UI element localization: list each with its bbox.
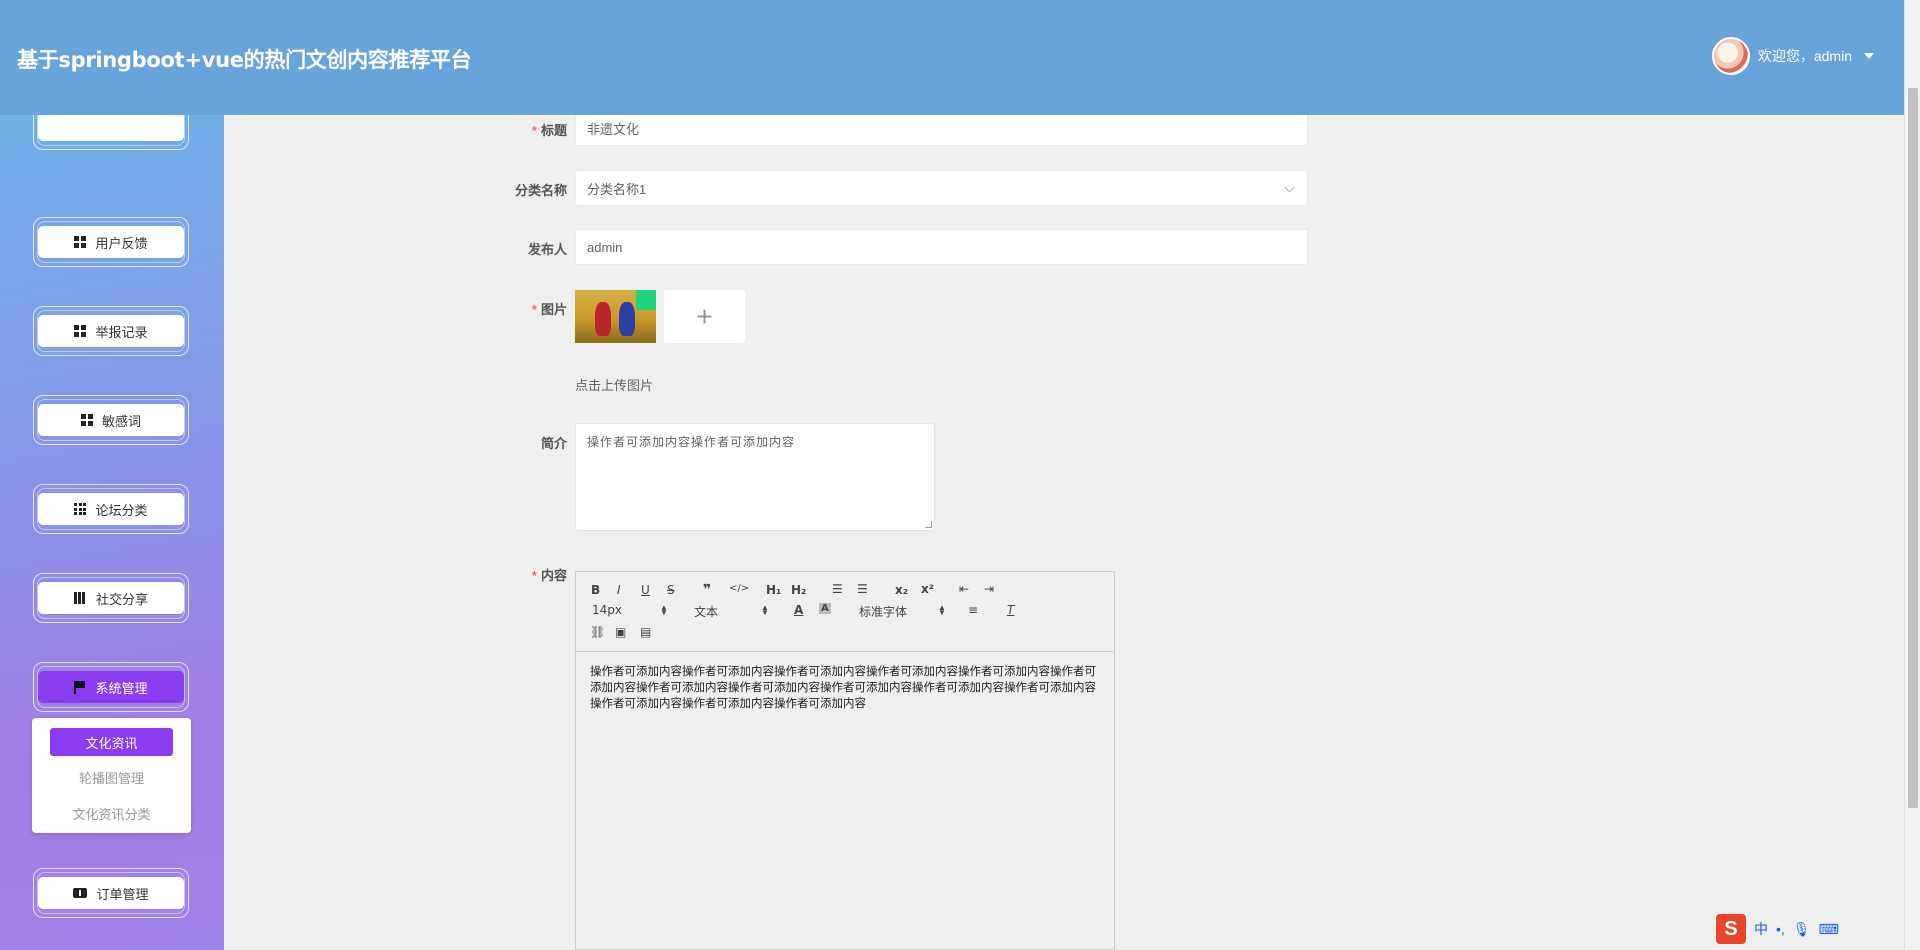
title-input[interactable]: 非遗文化 bbox=[575, 110, 1308, 146]
page-scrollbar[interactable] bbox=[1904, 0, 1920, 950]
italic-icon[interactable]: I bbox=[617, 583, 621, 597]
bold-icon[interactable]: B bbox=[591, 583, 600, 597]
grid-icon bbox=[74, 325, 87, 337]
greeting-text: 欢迎您，admin bbox=[1757, 48, 1852, 64]
sidebar-item-label: 用户反馈 bbox=[95, 235, 148, 251]
image-thumbnail[interactable] bbox=[575, 290, 656, 343]
grid9-icon bbox=[74, 503, 87, 515]
sidebar-item-partial[interactable] bbox=[33, 115, 189, 150]
scrollbar-thumb[interactable] bbox=[1908, 88, 1918, 808]
bullet-list-icon[interactable]: ☰ bbox=[857, 582, 868, 596]
subscript-icon[interactable]: x₂ bbox=[895, 583, 908, 597]
grid-icon bbox=[80, 414, 93, 426]
select-arrows-icon: ▲ ▼ bbox=[660, 603, 668, 617]
intro-label: 简介 bbox=[540, 436, 567, 451]
app-title: 基于springboot+vue的热门文创内容推荐平台 bbox=[17, 48, 472, 72]
editor-content[interactable]: 操作者可添加内容操作者可添加内容操作者可添加内容操作者可添加内容操作者可添加内容… bbox=[590, 664, 1106, 712]
image-icon[interactable]: ▣ bbox=[615, 625, 626, 639]
upload-button[interactable]: + bbox=[664, 290, 745, 343]
underline-icon[interactable]: U bbox=[641, 583, 650, 597]
sidebar-item-label: 举报记录 bbox=[95, 324, 148, 340]
sidebar-item-orders[interactable]: 订单管理 bbox=[33, 868, 189, 918]
outdent-icon[interactable]: ⇤ bbox=[959, 582, 969, 596]
avatar[interactable] bbox=[1711, 37, 1750, 75]
strike-icon[interactable]: S bbox=[667, 583, 675, 597]
sidebar-item-social-share[interactable]: 社交分享 bbox=[33, 573, 189, 623]
sidebar-item-forum-category[interactable]: 论坛分类 bbox=[33, 484, 189, 534]
submenu-item-carousel[interactable]: 轮播图管理 bbox=[32, 768, 191, 787]
system-submenu: 文化资讯 轮播图管理 文化资讯分类 bbox=[32, 718, 191, 833]
indent-icon[interactable]: ⇥ bbox=[984, 582, 994, 596]
image-label: * 图片 bbox=[531, 302, 567, 317]
book-icon bbox=[73, 592, 87, 604]
align-icon[interactable]: ≡ bbox=[968, 603, 978, 617]
format-select[interactable]: 文本 bbox=[694, 603, 718, 620]
editor-toolbar: B I U S ❞ </> H₁ H₂ ☰ ☰ x₂ x² ⇤ ⇥ 14px ▲… bbox=[576, 572, 1114, 652]
sidebar-item-system[interactable]: 系统管理 bbox=[33, 662, 189, 712]
sidebar-item-label: 社交分享 bbox=[95, 591, 148, 607]
code-icon[interactable]: </> bbox=[729, 583, 749, 594]
rich-text-editor[interactable]: B I U S ❞ </> H₁ H₂ ☰ ☰ x₂ x² ⇤ ⇥ 14px ▲… bbox=[575, 571, 1115, 950]
sidebar-item-reports[interactable]: 举报记录 bbox=[33, 306, 189, 356]
keyboard-icon[interactable]: ⌨ bbox=[1819, 921, 1839, 938]
ime-toolbar[interactable]: S 中 •, 🎙 ⌨ bbox=[1716, 913, 1904, 945]
sidebar-item-label: 论坛分类 bbox=[95, 502, 148, 518]
submenu-item-culture-news[interactable]: 文化资讯 bbox=[50, 728, 173, 756]
header1-icon[interactable]: H₁ bbox=[766, 583, 781, 597]
select-arrows-icon: ▲ ▼ bbox=[938, 603, 946, 617]
flag-icon bbox=[74, 680, 86, 694]
header2-icon[interactable]: H₂ bbox=[791, 583, 806, 597]
sidebar-item-label: 订单管理 bbox=[96, 886, 149, 902]
sidebar-item-label: 敏感词 bbox=[101, 413, 141, 429]
ordered-list-icon[interactable]: ☰ bbox=[832, 582, 843, 596]
sidebar-item-sensitive-words[interactable]: 敏感词 bbox=[33, 395, 189, 445]
category-select[interactable]: 分类名称1 bbox=[575, 170, 1308, 206]
resize-handle-icon[interactable] bbox=[925, 521, 932, 528]
upload-hint: 点击上传图片 bbox=[575, 378, 654, 393]
grid-icon bbox=[74, 236, 87, 248]
header-bar: 基于springboot+vue的热门文创内容推荐平台 欢迎您，admin bbox=[0, 0, 1904, 115]
user-menu[interactable]: 欢迎您，admin bbox=[1711, 37, 1874, 75]
blockquote-icon[interactable]: ❞ bbox=[703, 582, 711, 598]
category-label: 分类名称 bbox=[514, 183, 567, 198]
clear-format-icon[interactable]: T bbox=[1007, 603, 1014, 617]
font-family-select[interactable]: 标准字体 bbox=[859, 603, 907, 620]
chevron-down-icon bbox=[1284, 182, 1295, 193]
font-color-icon[interactable]: A bbox=[794, 603, 803, 617]
ticket-icon bbox=[73, 888, 88, 898]
background-color-icon[interactable]: A bbox=[819, 603, 831, 614]
ime-mode[interactable]: 中 bbox=[1754, 919, 1768, 939]
ime-punct[interactable]: •, bbox=[1776, 921, 1785, 937]
intro-textarea[interactable]: 操作者可添加内容操作者可添加内容 bbox=[575, 423, 935, 531]
publisher-label: 发布人 bbox=[527, 242, 567, 257]
link-icon[interactable]: ⛓ bbox=[590, 625, 605, 639]
video-icon[interactable]: ▤ bbox=[640, 625, 651, 639]
content-label: * 内容 bbox=[531, 568, 567, 583]
microphone-icon[interactable]: 🎙 bbox=[1793, 921, 1811, 938]
publisher-input[interactable]: admin bbox=[575, 229, 1308, 265]
select-arrows-icon: ▲ ▼ bbox=[761, 603, 769, 617]
caret-down-icon[interactable] bbox=[1864, 53, 1874, 59]
sidebar-item-feedback[interactable]: 用户反馈 bbox=[33, 217, 189, 267]
font-size-select[interactable]: 14px bbox=[592, 603, 622, 617]
sogou-logo-icon[interactable]: S bbox=[1716, 914, 1746, 944]
sidebar-item-label: 系统管理 bbox=[95, 680, 148, 696]
submenu-item-culture-category[interactable]: 文化资讯分类 bbox=[32, 804, 191, 823]
plus-icon: + bbox=[696, 300, 713, 332]
superscript-icon[interactable]: x² bbox=[921, 582, 934, 596]
title-label: * 标题 bbox=[531, 123, 567, 138]
